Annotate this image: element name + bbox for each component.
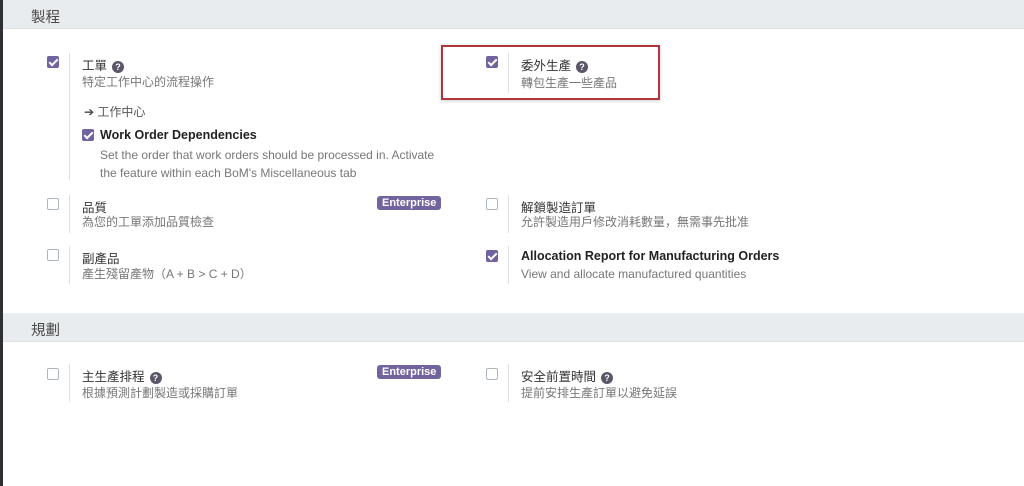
work-orders-description: 特定工作中心的流程操作: [82, 75, 215, 89]
enterprise-badge: Enterprise: [377, 196, 442, 210]
allocation-report-checkbox[interactable]: [486, 250, 498, 262]
work-order-dependencies-title: Work Order Dependencies: [100, 128, 257, 142]
enterprise-badge: Enterprise: [377, 365, 442, 379]
byproducts-checkbox[interactable]: [47, 249, 59, 261]
mps-description: 根據預測計劃製造或採購訂單: [82, 386, 239, 400]
divider-line: [69, 195, 70, 233]
security-lead-time-title: 安全前置時間?: [521, 366, 614, 385]
help-icon[interactable]: ?: [149, 372, 162, 384]
work-order-dependencies-description-1: Set the order that work orders should be…: [100, 148, 435, 162]
help-icon[interactable]: ?: [601, 372, 614, 384]
divider-line: [508, 195, 509, 233]
work-orders-title: 工單?: [82, 55, 125, 74]
highlight-annotation-box: [441, 45, 660, 100]
work-centers-link-label: 工作中心: [97, 105, 146, 119]
security-lead-time-description: 提前安排生產訂單以避免延誤: [521, 386, 678, 400]
divider-line: [69, 364, 70, 402]
mps-label: 主生產排程: [82, 370, 145, 384]
window-left-edge: [0, 0, 3, 486]
byproducts-description: 產生殘留產物（A + B > C + D）: [82, 267, 252, 281]
divider-line: [508, 246, 509, 284]
security-lead-time-label: 安全前置時間: [521, 370, 597, 384]
section-title-planning: 規劃: [31, 323, 60, 339]
unlock-orders-checkbox[interactable]: [486, 198, 498, 210]
security-lead-time-checkbox[interactable]: [486, 368, 498, 380]
section-header-manufacturing: 製程: [3, 0, 1024, 29]
divider-line: [69, 246, 70, 284]
work-orders-label: 工單: [82, 59, 108, 73]
arrow-right-icon: ➔: [84, 105, 95, 119]
section-header-planning: 規劃: [3, 313, 1024, 342]
unlock-orders-description: 允許製造用戶修改消耗數量，無需事先批准: [521, 215, 750, 229]
work-orders-checkbox[interactable]: [47, 56, 59, 68]
work-order-dependencies-checkbox[interactable]: [82, 129, 94, 141]
section-title-manufacturing: 製程: [31, 10, 60, 26]
mps-title: 主生產排程?: [82, 366, 162, 385]
work-centers-link[interactable]: ➔ 工作中心: [84, 103, 145, 120]
divider-line: [69, 53, 70, 180]
quality-description: 為您的工單添加品質檢查: [82, 215, 215, 229]
help-icon[interactable]: ?: [112, 61, 125, 73]
allocation-report-title: Allocation Report for Manufacturing Orde…: [521, 249, 780, 263]
allocation-report-description: View and allocate manufactured quantitie…: [521, 267, 747, 281]
mps-checkbox[interactable]: [47, 368, 59, 380]
work-order-dependencies-description-2: the feature within each BoM's Miscellane…: [100, 166, 357, 180]
quality-checkbox[interactable]: [47, 198, 59, 210]
divider-line: [508, 364, 509, 402]
